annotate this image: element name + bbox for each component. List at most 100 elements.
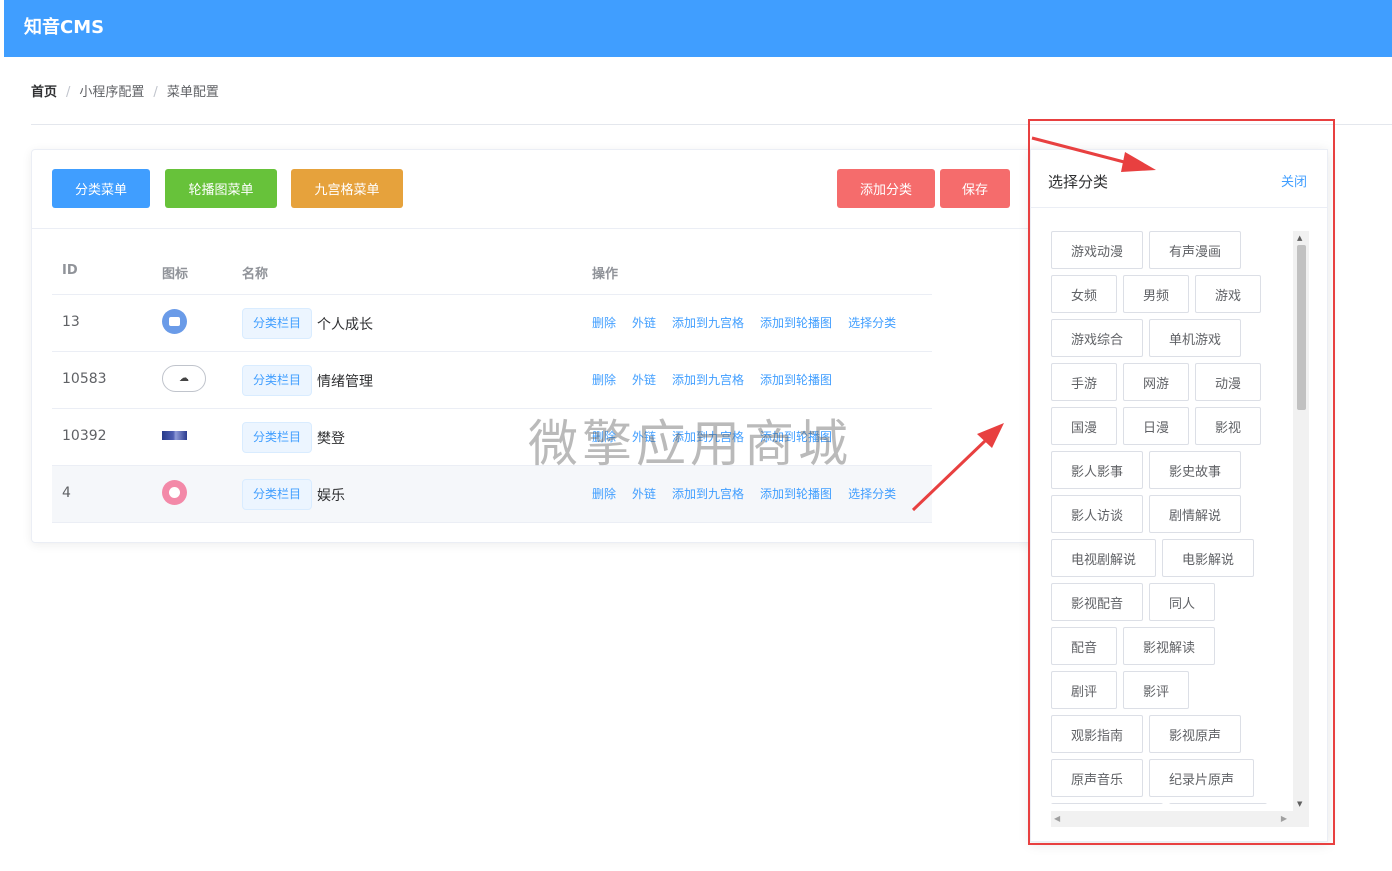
breadcrumb-home[interactable]: 首页	[31, 83, 57, 103]
category-row: 剧评 影评	[1051, 671, 1293, 709]
category-option-button[interactable]: 影史故事	[1149, 451, 1242, 489]
delete-link[interactable]: 删除	[592, 371, 616, 388]
scroll-down-icon[interactable]: ▼	[1297, 800, 1302, 808]
category-option-button[interactable]: 游戏	[1195, 275, 1262, 313]
category-option-button[interactable]: 国漫	[1051, 407, 1118, 445]
category-option-button[interactable]: 手游	[1051, 363, 1118, 401]
row-name-cell: 分类栏目 情绪管理	[242, 365, 373, 396]
category-column-tag: 分类栏目	[242, 422, 313, 453]
category-option-button[interactable]: 纪录片原声	[1149, 759, 1255, 797]
add-to-grid-link[interactable]: 添加到九宫格	[672, 371, 744, 388]
row-id: 4	[62, 485, 71, 501]
add-to-carousel-link[interactable]: 添加到轮播图	[760, 428, 832, 445]
category-option-button[interactable]: 电视剧解说	[1051, 539, 1157, 577]
category-option-button[interactable]: 影视配音	[1051, 583, 1144, 621]
table-row: 4 分类栏目 娱乐 删除 外链 添加到九宫格 添加到轮播图 选择分类	[52, 466, 932, 523]
category-option-button[interactable]: 影视解读	[1123, 627, 1216, 665]
row-icon-cell	[162, 309, 187, 334]
category-option-button[interactable]: 影视	[1195, 407, 1262, 445]
category-option-button[interactable]: 原声音乐	[1051, 759, 1144, 797]
add-to-grid-link[interactable]: 添加到九宫格	[672, 485, 744, 502]
category-option-button[interactable]: 女频	[1051, 275, 1118, 313]
delete-link[interactable]: 删除	[592, 428, 616, 445]
category-option-button[interactable]: 男频	[1123, 275, 1190, 313]
blue-square-icon	[162, 309, 187, 334]
add-to-carousel-link[interactable]: 添加到轮播图	[760, 314, 832, 331]
row-ops: 删除 外链 添加到九宫格 添加到轮播图 选择分类	[592, 485, 912, 502]
external-link[interactable]: 外链	[632, 371, 656, 388]
category-option-button[interactable]: 游戏综合	[1051, 319, 1144, 357]
carousel-menu-button[interactable]: 轮播图菜单	[165, 169, 277, 208]
add-category-button[interactable]: 添加分类	[837, 169, 935, 208]
category-option-button[interactable]: 剧情解说	[1149, 495, 1242, 533]
category-option-button[interactable]: 影视原声	[1149, 715, 1242, 753]
breadcrumb-miniprogram-config[interactable]: 小程序配置	[79, 83, 144, 103]
category-column-tag: 分类栏目	[242, 365, 313, 396]
category-option-button[interactable]: 电影解说	[1162, 539, 1255, 577]
grid-menu-button[interactable]: 九宫格菜单	[291, 169, 403, 208]
add-to-carousel-link[interactable]: 添加到轮播图	[760, 371, 832, 388]
row-icon-cell	[162, 480, 187, 505]
category-row: 国漫 日漫 影视	[1051, 407, 1293, 445]
category-option-button[interactable]	[1051, 803, 1163, 804]
vertical-scrollbar[interactable]: ▲ ▼	[1293, 231, 1309, 811]
category-row: 电视剧解说 电影解说	[1051, 539, 1293, 577]
category-row: 原声音乐 纪录片原声	[1051, 759, 1293, 797]
external-link[interactable]: 外链	[632, 314, 656, 331]
save-button[interactable]: 保存	[940, 169, 1010, 208]
row-name: 个人成长	[317, 316, 374, 333]
category-option-button[interactable]: 观影指南	[1051, 715, 1144, 753]
table-header: ID 图标 名称 操作	[52, 246, 932, 295]
header-name: 名称	[242, 267, 269, 282]
add-to-carousel-link[interactable]: 添加到轮播图	[760, 485, 832, 502]
category-option-button[interactable]: 配音	[1051, 627, 1118, 665]
table-row: 10392 分类栏目 樊登 删除 外链 添加到九宫格 添加到轮播图	[52, 409, 932, 466]
select-category-link[interactable]: 选择分类	[848, 314, 896, 331]
category-option-button[interactable]: 动漫	[1195, 363, 1262, 401]
row-id: 10583	[62, 371, 107, 387]
row-name: 情绪管理	[317, 373, 374, 390]
category-option-button[interactable]: 游戏动漫	[1051, 231, 1144, 269]
category-option-button[interactable]: 影评	[1123, 671, 1190, 709]
table-row: 13 分类栏目 个人成长 删除 外链 添加到九宫格 添加到轮播图 选择分类	[52, 295, 932, 352]
category-row: 配音 影视解读	[1051, 627, 1293, 665]
category-option-button[interactable]: 日漫	[1123, 407, 1190, 445]
category-row: 影视配音 同人	[1051, 583, 1293, 621]
table-row: 10583 ☁ 分类栏目 情绪管理 删除 外链 添加到九宫格 添加到轮播图	[52, 352, 932, 409]
category-row: 女频 男频 游戏	[1051, 275, 1293, 313]
category-menu-button[interactable]: 分类菜单	[52, 169, 150, 208]
scroll-left-icon[interactable]: ◀	[1054, 814, 1060, 824]
scroll-up-icon[interactable]: ▲	[1297, 234, 1302, 242]
header-divider	[31, 124, 1392, 125]
menu-table: ID 图标 名称 操作 13 分类栏目 个人成长 删除 外链 添加到九宫格 添加…	[52, 246, 932, 523]
category-option-button[interactable]: 有声漫画	[1149, 231, 1242, 269]
category-option-button[interactable]: 单机游戏	[1149, 319, 1242, 357]
category-option-button[interactable]: 同人	[1149, 583, 1216, 621]
delete-link[interactable]: 删除	[592, 314, 616, 331]
category-option-button[interactable]: 影人影事	[1051, 451, 1144, 489]
category-option-button[interactable]	[1169, 803, 1267, 804]
select-category-link[interactable]: 选择分类	[848, 485, 896, 502]
menu-config-card: 分类菜单 轮播图菜单 九宫格菜单 添加分类 保存 ID 图标 名称 操作 13 …	[31, 149, 1041, 543]
header-icon: 图标	[162, 267, 189, 282]
scrollbar-thumb[interactable]	[1297, 245, 1306, 410]
external-link[interactable]: 外链	[632, 485, 656, 502]
panel-header: 选择分类 关闭	[1031, 150, 1327, 208]
breadcrumb: 首页 / 小程序配置 / 菜单配置	[31, 83, 219, 103]
category-option-button[interactable]: 剧评	[1051, 671, 1118, 709]
add-to-grid-link[interactable]: 添加到九宫格	[672, 428, 744, 445]
row-name: 娱乐	[317, 487, 346, 504]
horizontal-scrollbar[interactable]: ◀ ▶	[1051, 811, 1309, 827]
category-row: 影人访谈 剧情解说	[1051, 495, 1293, 533]
external-link[interactable]: 外链	[632, 428, 656, 445]
category-column-tag: 分类栏目	[242, 479, 313, 510]
app-logo[interactable]: 知音CMS	[24, 16, 104, 40]
delete-link[interactable]: 删除	[592, 485, 616, 502]
add-to-grid-link[interactable]: 添加到九宫格	[672, 314, 744, 331]
scroll-right-icon[interactable]: ▶	[1281, 814, 1287, 824]
panel-close-button[interactable]: 关闭	[1281, 171, 1307, 190]
cloud-icon: ☁	[162, 365, 206, 392]
select-category-panel: 选择分类 关闭 游戏动漫 有声漫画 女频 男频 游戏 游戏综合 单机游戏 手游 网游 动漫 国漫 日漫…	[1030, 149, 1328, 842]
category-option-button[interactable]: 影人访谈	[1051, 495, 1144, 533]
category-option-button[interactable]: 网游	[1123, 363, 1190, 401]
